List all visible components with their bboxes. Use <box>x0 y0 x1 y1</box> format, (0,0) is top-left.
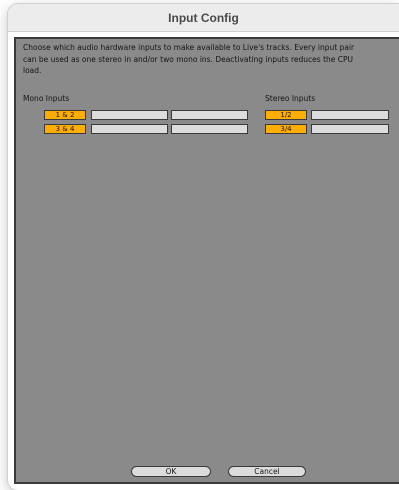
description-text: Choose which audio hardware inputs to ma… <box>23 43 355 76</box>
stereo-input-3-4-button[interactable]: 3/4 <box>265 124 307 134</box>
mono-input-1-slot[interactable] <box>91 110 168 120</box>
window-title: Input Config <box>168 10 239 25</box>
mono-input-3-4-button[interactable]: 3 & 4 <box>44 124 86 134</box>
mono-input-1-2-button[interactable]: 1 & 2 <box>44 110 86 120</box>
stereo-inputs-label: Stereo Inputs <box>265 94 316 103</box>
stereo-input-1-2-slot[interactable] <box>311 110 389 120</box>
stereo-input-3-4-slot[interactable] <box>311 124 389 134</box>
cancel-button[interactable]: Cancel <box>228 466 306 477</box>
mono-inputs-label: Mono Inputs <box>23 94 70 103</box>
title-bar: Input Config <box>8 4 399 32</box>
input-config-window: Input Config <box>8 4 399 490</box>
stereo-input-1-2-button[interactable]: 1/2 <box>265 110 307 120</box>
ok-button[interactable]: OK <box>131 466 211 477</box>
mono-input-4-slot[interactable] <box>171 124 248 134</box>
dialog-panel <box>14 37 399 484</box>
mono-input-3-slot[interactable] <box>91 124 168 134</box>
mono-input-2-slot[interactable] <box>171 110 248 120</box>
